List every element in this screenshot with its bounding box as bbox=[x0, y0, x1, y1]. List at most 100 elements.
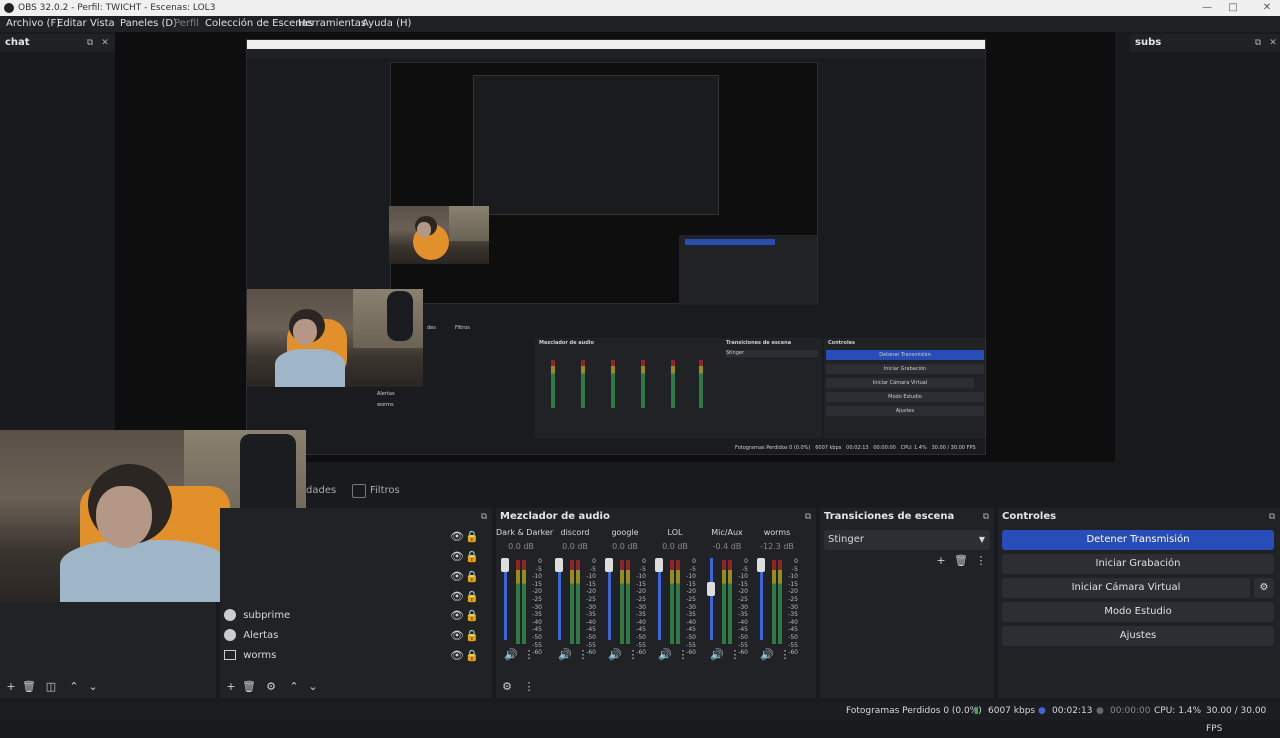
nested-controls-title: Controles bbox=[828, 340, 856, 346]
fader-handle[interactable] bbox=[605, 558, 613, 572]
visibility-icon[interactable]: 👁 bbox=[450, 629, 464, 643]
tab-filters[interactable]: Filtros bbox=[370, 480, 400, 502]
channel-db: -12.3 dB bbox=[760, 542, 794, 551]
fader-handle[interactable] bbox=[655, 558, 663, 572]
more-icon[interactable]: ⋮ bbox=[522, 680, 536, 694]
add-icon[interactable]: + bbox=[224, 680, 238, 694]
maximize-icon[interactable]: □ bbox=[1222, 0, 1244, 16]
channel-name: worms bbox=[763, 528, 791, 537]
add-icon[interactable]: + bbox=[4, 680, 18, 694]
source-item[interactable]: Alertas 👁 🔒 bbox=[224, 626, 484, 646]
meter-tick: 0 bbox=[744, 558, 748, 565]
close-icon[interactable]: ✕ bbox=[99, 37, 111, 49]
more-icon[interactable]: ⋮ bbox=[974, 554, 988, 568]
chat-dock-title: chat bbox=[0, 34, 115, 52]
visibility-icon[interactable]: 👁 bbox=[450, 590, 464, 604]
trash-icon[interactable]: 🗑 bbox=[954, 554, 968, 568]
menu-editar[interactable]: Editar bbox=[57, 16, 87, 32]
source-item[interactable]: worms 👁 🔒 bbox=[224, 646, 484, 666]
stop-stream-button[interactable]: Detener Transmisión bbox=[1002, 530, 1274, 550]
move-down-icon[interactable]: ⌄ bbox=[306, 680, 320, 694]
volume-icon[interactable]: 🔊 bbox=[558, 648, 572, 662]
volume-icon[interactable]: 🔊 bbox=[710, 648, 724, 662]
move-up-icon[interactable]: ⌃ bbox=[287, 680, 301, 694]
more-icon[interactable]: ⋮ bbox=[522, 648, 536, 662]
fader-handle[interactable] bbox=[501, 558, 509, 572]
add-icon[interactable]: + bbox=[934, 554, 948, 568]
meter-tick: -10 bbox=[532, 573, 542, 581]
lock-icon[interactable]: 🔒 bbox=[465, 609, 479, 623]
trash-icon[interactable]: 🗑 bbox=[242, 680, 256, 694]
visibility-icon[interactable]: 👁 bbox=[450, 570, 464, 584]
lock-icon[interactable]: 🔒 bbox=[465, 550, 479, 564]
source-item[interactable]: subprime 👁 🔒 bbox=[224, 606, 484, 626]
lock-icon[interactable]: 🔒 bbox=[465, 649, 479, 663]
gear-icon[interactable]: ⚙ bbox=[264, 680, 278, 694]
volume-icon[interactable]: 🔊 bbox=[658, 648, 672, 662]
lock-icon[interactable]: 🔒 bbox=[465, 629, 479, 643]
undock-icon[interactable]: ⧉ bbox=[84, 37, 96, 49]
meter-tick: -15 bbox=[636, 580, 646, 588]
nested-webcam-2 bbox=[389, 206, 489, 264]
menu-herramientas[interactable]: Herramientas bbox=[298, 16, 366, 32]
undock-icon[interactable]: ⧉ bbox=[1266, 511, 1278, 523]
window-titlebar: OBS 32.0.2 - Perfil: TWICHT - Escenas: L… bbox=[0, 0, 1280, 16]
undock-icon[interactable]: ⧉ bbox=[980, 511, 992, 523]
nested-source-item: Alertas bbox=[377, 391, 395, 397]
preview-canvas[interactable]: Mezclador de audio Transiciones de escen… bbox=[115, 32, 1115, 462]
close-window-icon[interactable]: ✕ bbox=[1256, 0, 1278, 16]
lock-icon[interactable]: 🔒 bbox=[465, 530, 479, 544]
fader-handle[interactable] bbox=[555, 558, 563, 572]
menu-perfil[interactable]: Perfil bbox=[174, 16, 199, 32]
fader-handle[interactable] bbox=[707, 581, 715, 596]
advanced-audio-icon[interactable]: ⚙ bbox=[500, 680, 514, 694]
volume-icon[interactable]: 🔊 bbox=[608, 648, 622, 662]
more-icon[interactable]: ⋮ bbox=[778, 648, 792, 662]
menu-vista[interactable]: Vista bbox=[90, 16, 115, 32]
fader-handle[interactable] bbox=[757, 558, 765, 572]
menu-ayuda[interactable]: Ayuda (H) bbox=[362, 16, 411, 32]
transitions-title: Transiciones de escena bbox=[824, 511, 955, 522]
visibility-icon[interactable]: 👁 bbox=[450, 649, 464, 663]
nested-obs-capture: Mezclador de audio Transiciones de escen… bbox=[246, 39, 986, 455]
visibility-icon[interactable]: 👁 bbox=[450, 550, 464, 564]
move-up-icon[interactable]: ⌃ bbox=[67, 680, 81, 694]
minimize-icon[interactable]: — bbox=[1196, 0, 1218, 16]
volume-icon[interactable]: 🔊 bbox=[760, 648, 774, 662]
trash-icon[interactable]: 🗑 bbox=[22, 680, 36, 694]
undock-icon[interactable]: ⧉ bbox=[802, 511, 814, 523]
lock-icon[interactable]: 🔒 bbox=[465, 590, 479, 604]
menu-coleccion-escenas[interactable]: Colección de Escenas bbox=[205, 16, 313, 32]
undock-icon[interactable]: ⧉ bbox=[478, 511, 490, 523]
transition-select[interactable]: Stinger ▼ bbox=[824, 530, 990, 550]
more-icon[interactable]: ⋮ bbox=[576, 648, 590, 662]
more-icon[interactable]: ⋮ bbox=[626, 648, 640, 662]
menu-archivo[interactable]: Archivo (F) bbox=[6, 16, 60, 32]
studio-mode-button[interactable]: Modo Estudio bbox=[1002, 602, 1274, 622]
fps: 30.00 / 30.00 FPS bbox=[1206, 706, 1267, 734]
nested-source-item: worms bbox=[377, 402, 394, 408]
filter-icon[interactable]: ◫ bbox=[44, 680, 58, 694]
more-icon[interactable]: ⋮ bbox=[728, 648, 742, 662]
visibility-icon[interactable]: 👁 bbox=[450, 530, 464, 544]
gear-icon[interactable]: ⚙ bbox=[1254, 578, 1274, 598]
virtual-camera-button[interactable]: Iniciar Cámara Virtual bbox=[1002, 578, 1250, 598]
more-icon[interactable]: ⋮ bbox=[676, 648, 690, 662]
visibility-icon[interactable]: 👁 bbox=[450, 609, 464, 623]
tab-properties[interactable]: dades bbox=[306, 480, 336, 502]
volume-icon[interactable]: 🔊 bbox=[504, 648, 518, 662]
nested-sources: subprime Alertas worms bbox=[377, 380, 437, 436]
start-recording-button[interactable]: Iniciar Grabación bbox=[1002, 554, 1274, 574]
volume-fader[interactable] bbox=[710, 558, 713, 640]
lock-icon[interactable]: 🔒 bbox=[465, 570, 479, 584]
undock-icon[interactable]: ⧉ bbox=[1252, 37, 1264, 49]
mixer-channel: Mic/Aux -0.4 dB 0 -5 -10 -15 -20 -25 -30 -35 -40 -4… bbox=[702, 528, 758, 678]
menu-paneles[interactable]: Paneles (D) bbox=[120, 16, 177, 32]
close-icon[interactable]: ✕ bbox=[1267, 37, 1279, 49]
meter-tick: -40 bbox=[788, 618, 798, 626]
meter-tick: 0 bbox=[794, 558, 798, 565]
move-down-icon[interactable]: ⌄ bbox=[86, 680, 100, 694]
nested-level-3 bbox=[473, 75, 719, 215]
settings-button[interactable]: Ajustes bbox=[1002, 626, 1274, 646]
channel-name: Dark & Darker bbox=[496, 528, 554, 537]
